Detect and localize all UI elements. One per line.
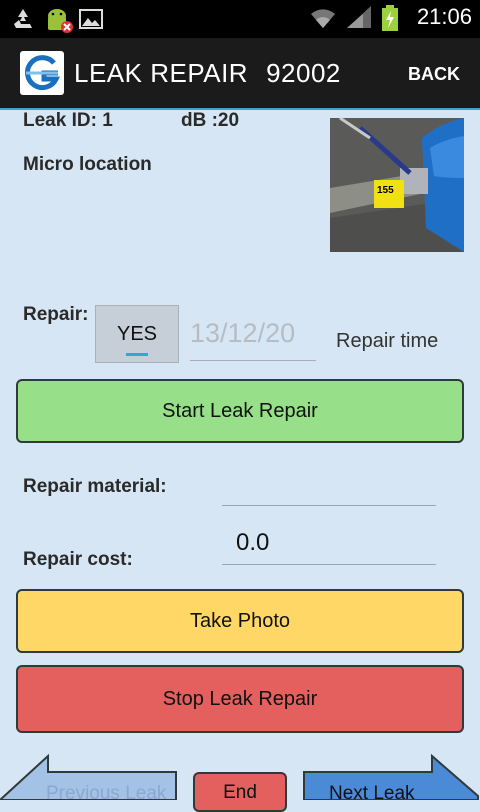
previous-leak-label: Previous Leak [46,783,167,804]
app-logo-icon [20,51,64,95]
stop-leak-repair-button[interactable]: Stop Leak Repair [16,665,464,733]
wifi-icon [309,4,335,30]
repair-material-label: Repair material: [23,476,167,497]
action-bar: LEAK REPAIR 92002 BACK [0,38,480,110]
back-button[interactable]: BACK [408,64,460,85]
system-icons: 21:06 [309,4,472,31]
micro-location-label: Micro location [23,154,152,175]
repair-material-input[interactable] [222,505,436,506]
page-title: LEAK REPAIR 92002 [74,58,341,89]
leak-photo[interactable]: 155 [330,118,464,252]
signal-icon [345,4,371,30]
svg-text:155: 155 [377,185,394,196]
clock: 21:06 [416,4,472,29]
android-debug-icon [44,6,73,33]
battery-charging-icon [381,4,407,31]
next-leak-label: Next Leak [329,783,415,804]
title-code: 92002 [266,58,341,88]
repair-cost-input[interactable]: 0.0 [236,529,269,557]
repair-cost-underline [222,564,436,565]
image-icon [78,6,104,32]
notification-icons [10,6,104,33]
end-button[interactable]: End [193,772,287,812]
leak-id-label: Leak ID: 1 [23,110,113,131]
repair-yes-toggle[interactable]: YES [95,305,179,363]
take-photo-button[interactable]: Take Photo [16,589,464,653]
toggle-indicator [126,353,148,356]
repair-time-label: Repair time [336,330,439,352]
repair-cost-label: Repair cost: [23,549,133,570]
repair-date-field[interactable]: 13/12/20 [190,318,316,361]
status-bar: 21:06 [0,0,480,38]
db-label: dB :20 [181,110,240,131]
repair-label: Repair: [23,304,89,325]
repair-yes-label: YES [116,323,158,345]
title-text: LEAK REPAIR [74,58,249,88]
start-leak-repair-button[interactable]: Start Leak Repair [16,379,464,443]
recycle-icon [10,6,36,32]
